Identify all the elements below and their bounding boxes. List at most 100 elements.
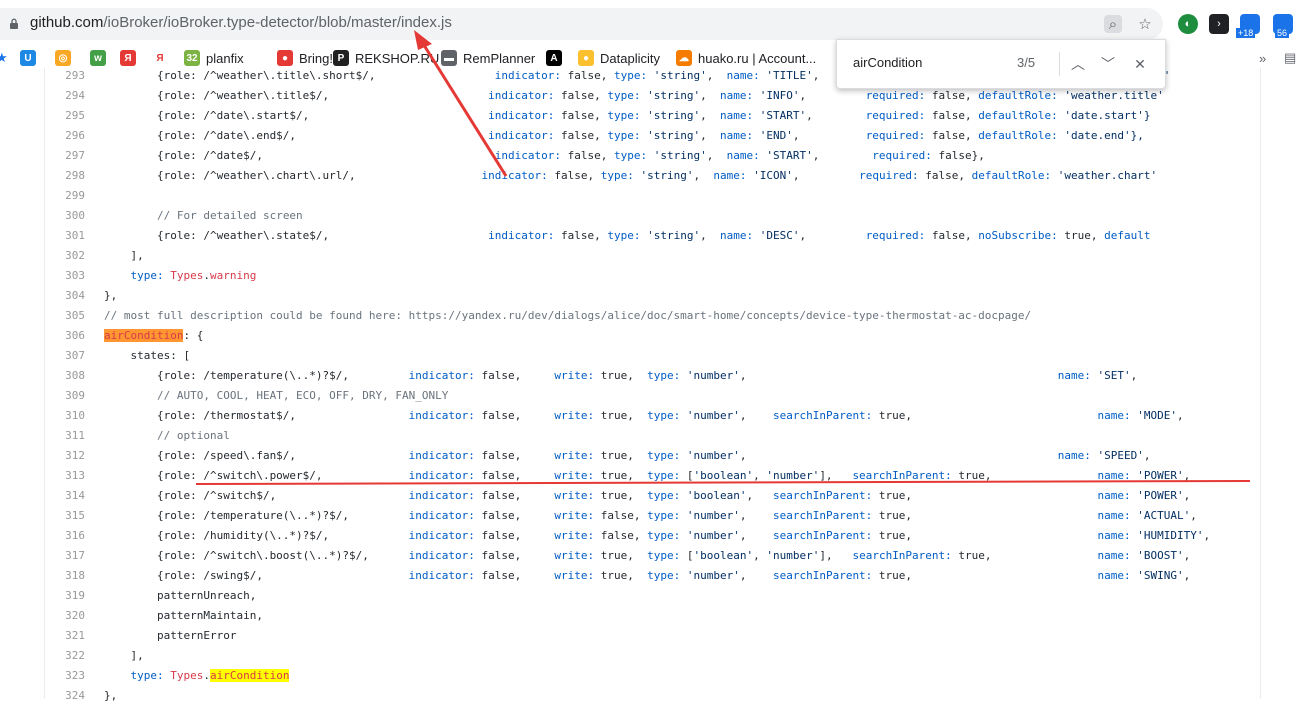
code-token: ,: [1130, 369, 1138, 382]
bookmark-item[interactable]: P REKSHOP.RU: [333, 48, 439, 68]
code-line: 308 {role: /temperature(\..*)?$/, indica…: [0, 366, 1301, 386]
bookmark-item[interactable]: 32 planfix: [184, 48, 244, 68]
line-number[interactable]: 314: [44, 486, 85, 506]
code-line: 294 {role: /^weather\.title$/, indicator…: [0, 86, 1301, 106]
line-number[interactable]: 315: [44, 506, 85, 526]
code-token: ,: [1177, 409, 1184, 422]
code-token: type:: [647, 529, 681, 542]
line-number[interactable]: 306: [44, 326, 85, 346]
line-number[interactable]: 293: [44, 66, 85, 86]
code-token: states: [: [104, 349, 191, 362]
extension-green-icon[interactable]: ◐: [1178, 14, 1198, 34]
code-token: airCondition: [104, 329, 184, 342]
code-text: },: [104, 686, 117, 706]
code-token: indicator:: [408, 569, 475, 582]
code-token: write:: [554, 529, 595, 542]
dataplicity-icon: ●: [578, 50, 594, 66]
line-number[interactable]: 299: [44, 186, 85, 206]
address-bar[interactable]: github.com/ioBroker/ioBroker.type-detect…: [0, 8, 1163, 40]
find-close-icon[interactable]: ✕: [1128, 52, 1152, 76]
bookmark-item[interactable]: ● Dataplicity: [578, 48, 660, 68]
line-number[interactable]: 297: [44, 146, 85, 166]
code-token: type:: [647, 449, 681, 462]
line-number[interactable]: 309: [44, 386, 85, 406]
line-number[interactable]: 308: [44, 366, 85, 386]
line-number[interactable]: 322: [44, 646, 85, 666]
code-line: 311 // optional: [0, 426, 1301, 446]
line-number[interactable]: 294: [44, 86, 85, 106]
bookmark-item[interactable]: w: [90, 48, 112, 68]
extension-terminal-icon[interactable]: ›: [1209, 14, 1229, 34]
line-number[interactable]: 296: [44, 126, 85, 146]
bookmark-label: Bring!: [299, 50, 333, 66]
code-token: {role: /^weather\.title\.short$/,: [156, 69, 376, 82]
url-text[interactable]: github.com/ioBroker/ioBroker.type-detect…: [30, 14, 452, 31]
code-token: type:: [130, 669, 164, 682]
code-token: name:: [726, 69, 760, 82]
line-number[interactable]: 295: [44, 106, 85, 126]
star-icon[interactable]: ☆: [1136, 15, 1154, 33]
bookmark-star-icon[interactable]: ★: [0, 48, 8, 68]
code-text: {role: /^weather\.chart\.url/, indicator…: [104, 166, 1157, 186]
line-number[interactable]: 305: [44, 306, 85, 326]
bookmark-label: Dataplicity: [600, 50, 660, 66]
line-number[interactable]: 302: [44, 246, 85, 266]
find-in-page-icon[interactable]: ⌕: [1104, 15, 1122, 33]
code-token: name:: [1097, 509, 1131, 522]
reading-list-icon[interactable]: ▤: [1284, 48, 1296, 68]
bookmark-item[interactable]: Я: [152, 48, 174, 68]
line-number[interactable]: 316: [44, 526, 85, 546]
line-number[interactable]: 313: [44, 466, 85, 486]
line-number[interactable]: 323: [44, 666, 85, 686]
line-number[interactable]: 311: [44, 426, 85, 446]
code-token: indicator:: [408, 449, 475, 462]
find-input[interactable]: airCondition: [853, 55, 1013, 70]
line-number[interactable]: 307: [44, 346, 85, 366]
line-number[interactable]: 324: [44, 686, 85, 706]
code-line: 313 {role: /^switch\.power$/, indicator:…: [0, 466, 1301, 486]
yandex-icon: Я: [120, 50, 136, 66]
bookmark-item[interactable]: ◎: [55, 48, 77, 68]
code-token: 'SET': [1097, 369, 1131, 382]
code-token: type:: [647, 549, 681, 562]
line-number[interactable]: 301: [44, 226, 85, 246]
line-number[interactable]: 319: [44, 586, 85, 606]
line-number[interactable]: 317: [44, 546, 85, 566]
code-text: {role: /humidity(\..*)?$/, indicator: fa…: [104, 526, 1210, 546]
code-token: 'string': [640, 169, 694, 182]
line-number[interactable]: 300: [44, 206, 85, 226]
code-token: ],: [819, 549, 853, 562]
bookmark-item[interactable]: ☁ huako.ru | Account...: [676, 48, 816, 68]
code-line: 304},: [0, 286, 1301, 306]
code-token: type:: [130, 269, 164, 282]
more-bookmarks-icon[interactable]: »: [1259, 48, 1266, 68]
bookmark-item[interactable]: Я: [120, 48, 142, 68]
code-token: false,: [474, 489, 555, 502]
code-token: Types: [170, 669, 204, 682]
code-token: 'DESC': [759, 229, 800, 242]
line-number[interactable]: 318: [44, 566, 85, 586]
bookmark-item[interactable]: A: [546, 48, 568, 68]
line-number[interactable]: 320: [44, 606, 85, 626]
line-number[interactable]: 312: [44, 446, 85, 466]
find-previous-icon[interactable]: ︿: [1066, 52, 1090, 76]
code-token: name:: [719, 109, 754, 122]
code-text: // For detailed screen: [104, 206, 303, 226]
bookmark-item[interactable]: ● Bring!: [277, 48, 333, 68]
code-token: false,: [474, 449, 555, 462]
line-number[interactable]: 298: [44, 166, 85, 186]
line-number[interactable]: 310: [44, 406, 85, 426]
line-number[interactable]: 321: [44, 626, 85, 646]
code-token: ,: [1183, 489, 1191, 502]
bookmark-item[interactable]: ▬ RemPlanner: [441, 48, 535, 68]
code-token: 'HUMIDITY': [1137, 529, 1204, 542]
line-number[interactable]: 303: [44, 266, 85, 286]
bookmark-item[interactable]: U: [20, 48, 42, 68]
line-number[interactable]: 304: [44, 286, 85, 306]
code-token: false,: [554, 129, 608, 142]
code-token: name:: [719, 129, 754, 142]
find-next-icon[interactable]: ﹀: [1096, 52, 1120, 76]
